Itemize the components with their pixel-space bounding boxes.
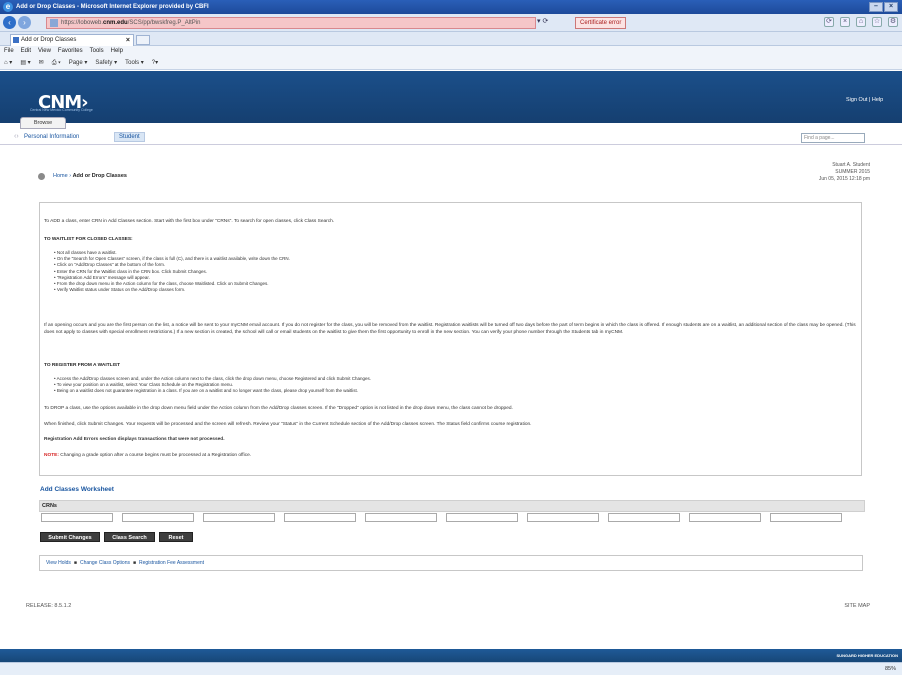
home-cmd-icon[interactable]: ⌂ ▾ (4, 57, 12, 69)
new-tab-button[interactable] (136, 35, 150, 45)
crns-header: CRNs (39, 500, 865, 512)
register-heading: TO REGISTER FROM A WAITLIST (44, 363, 121, 368)
nav-arrows-icon[interactable]: ‹› (14, 133, 19, 140)
address-bar[interactable]: https://loboweb.cnm.edu/SCS/pp/bwskfreg.… (46, 17, 536, 29)
page-icon (50, 19, 58, 27)
logo-subtitle: Central New Mexico Community College (30, 108, 93, 112)
print-icon[interactable]: ⎙ ▾ (52, 57, 61, 69)
sign-out-help-links[interactable]: Sign Out | Help (846, 97, 883, 103)
status-bar: 85% (0, 662, 902, 675)
page-menu[interactable]: Page ▾ (69, 57, 88, 69)
menu-file[interactable]: File (4, 46, 14, 57)
crn-input-8[interactable] (608, 513, 680, 522)
crn-input-4[interactable] (284, 513, 356, 522)
tools-menu[interactable]: Tools ▾ (125, 57, 144, 69)
find-page-input[interactable]: Find a page... (801, 133, 865, 143)
crn-input-3[interactable] (203, 513, 275, 522)
list-item: Verify Waitlist status under Status on t… (54, 287, 290, 293)
stop-icon[interactable]: × (840, 17, 850, 27)
errors-paragraph: Registration Add Errors section displays… (44, 437, 225, 442)
class-search-button[interactable]: Class Search (104, 532, 155, 542)
address-row: ‹ › https://loboweb.cnm.edu/SCS/pp/bwskf… (0, 14, 902, 32)
crn-input-7[interactable] (527, 513, 599, 522)
crn-input-10[interactable] (770, 513, 842, 522)
mail-icon[interactable]: ✉ (39, 57, 44, 69)
window-title: Add or Drop Classes - Microsoft Internet… (16, 4, 209, 10)
sungard-logo: SUNGARD HIGHER EDUCATION (836, 653, 898, 658)
link-separator: ■ (132, 560, 137, 566)
breadcrumb: Home › Add or Drop Classes (53, 173, 127, 179)
user-name: Stuart A. Student (832, 162, 870, 168)
zoom-level[interactable]: 85% (885, 663, 896, 675)
menu-bar: File Edit View Favorites Tools Help (0, 46, 902, 57)
user-info: Stuart A. Student SUMMER 2015 Jun 05, 20… (819, 162, 870, 183)
footer-bar (0, 649, 902, 662)
menu-help[interactable]: Help (111, 46, 123, 57)
close-window-icon[interactable]: × (884, 2, 898, 12)
browser-tab[interactable]: Add or Drop Classes × (10, 34, 134, 46)
crn-input-6[interactable] (446, 513, 518, 522)
crn-input-9[interactable] (689, 513, 761, 522)
add-intro-text: To ADD a class, enter CRN in Add Classes… (44, 219, 335, 224)
opening-paragraph: If an opening occurs and you are the fir… (44, 323, 856, 335)
close-tab-icon[interactable]: × (126, 35, 130, 46)
menu-view[interactable]: View (38, 46, 51, 57)
release-label: RELEASE: 8.5.1.2 (26, 603, 72, 609)
crn-input-2[interactable] (122, 513, 194, 522)
submit-changes-button[interactable]: Submit Changes (40, 532, 100, 542)
menu-favorites[interactable]: Favorites (58, 46, 83, 57)
browse-tab[interactable]: Browse (20, 117, 66, 129)
favicon-icon (13, 37, 19, 43)
fee-assessment-link[interactable]: Registration Fee Assessment (139, 560, 204, 566)
crn-input-5[interactable] (365, 513, 437, 522)
user-term: SUMMER 2015 (835, 169, 870, 175)
note-paragraph: NOTE: Changing a grade option after a co… (44, 453, 252, 458)
change-class-options-link[interactable]: Change Class Options (80, 560, 130, 566)
view-holds-link[interactable]: View Holds (46, 560, 71, 566)
user-date: Jun 05, 2015 12:18 pm (818, 176, 870, 182)
browser-toolbar-right: ⟳ × ⌂ ☆ ⚙ (824, 17, 898, 27)
register-list: Access the Add/Drop classes screen and, … (54, 376, 371, 395)
favorites-icon[interactable]: ☆ (872, 17, 882, 27)
address-dropdown-icon[interactable]: ▾ ⟳ (537, 17, 548, 25)
tab-row: Add or Drop Classes × (0, 32, 902, 46)
safety-menu[interactable]: Safety ▾ (95, 57, 117, 69)
forward-icon[interactable]: › (18, 16, 31, 29)
tab-student[interactable]: Student (114, 132, 145, 142)
menu-edit[interactable]: Edit (21, 46, 31, 57)
window-controls: – × (869, 2, 898, 12)
refresh-icon[interactable]: ⟳ (824, 17, 834, 27)
minimize-icon[interactable]: – (869, 2, 883, 12)
worksheet-title: Add Classes Worksheet (40, 486, 114, 493)
ie-logo-icon: e (3, 2, 13, 12)
tab-personal-information[interactable]: Personal Information (24, 134, 79, 140)
instructions-box: To ADD a class, enter CRN in Add Classes… (39, 202, 862, 476)
waitlist-list: Not all classes have a waitlist. On the … (54, 250, 290, 293)
home-browser-icon[interactable]: ⌂ (856, 17, 866, 27)
waitlist-heading: TO WAITLIST FOR CLOSED CLASSES: (44, 237, 133, 242)
related-links: View Holds ■ Change Class Options ■ Registra… (39, 555, 863, 571)
home-icon[interactable] (38, 173, 45, 180)
back-icon[interactable]: ‹ (3, 16, 16, 29)
drop-paragraph: To DROP a class, use the options availab… (44, 406, 513, 411)
settings-icon[interactable]: ⚙ (888, 17, 898, 27)
crn-input-row (39, 513, 865, 524)
feeds-icon[interactable]: ▤ ▾ (20, 57, 30, 69)
note-label: NOTE: (44, 453, 59, 458)
breadcrumb-current: Add or Drop Classes (72, 173, 127, 179)
finished-paragraph: When finished, click Submit Changes. You… (44, 422, 532, 427)
list-item: Being on a waitlist does not guarantee r… (54, 388, 371, 394)
sub-navigation: ‹› Personal Information Student (0, 130, 902, 145)
window-titlebar: e Add or Drop Classes - Microsoft Intern… (0, 0, 902, 14)
link-separator: ■ (73, 560, 77, 566)
command-bar: ⌂ ▾ ▤ ▾ ✉ ⎙ ▾ Page ▾ Safety ▾ Tools ▾ ?▾ (0, 57, 902, 70)
help-cmd-icon[interactable]: ?▾ (152, 57, 158, 69)
site-map-link[interactable]: SITE MAP (844, 603, 870, 609)
breadcrumb-home[interactable]: Home (53, 173, 68, 179)
crn-input-1[interactable] (41, 513, 113, 522)
certificate-error-badge[interactable]: Certificate error (575, 17, 627, 29)
menu-tools[interactable]: Tools (90, 46, 104, 57)
site-header (0, 71, 902, 123)
reset-button[interactable]: Reset (159, 532, 193, 542)
